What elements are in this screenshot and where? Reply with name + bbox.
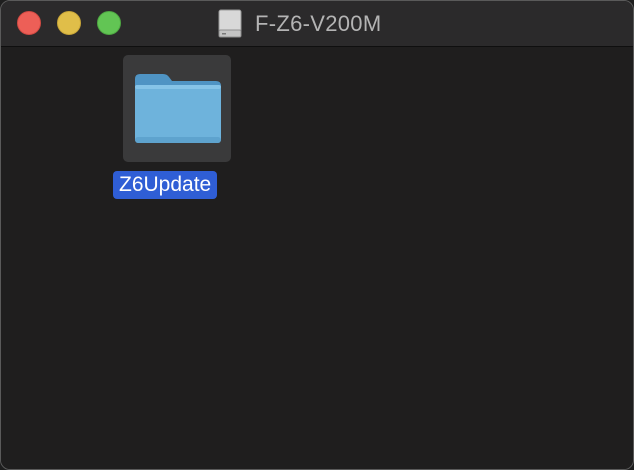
close-button[interactable] <box>17 11 41 35</box>
folder-name-label[interactable]: Z6Update <box>113 171 218 199</box>
window-title: F-Z6-V200M <box>255 11 382 36</box>
external-drive-icon <box>218 9 242 38</box>
folder-item[interactable]: Z6Update <box>111 55 241 205</box>
zoom-button[interactable] <box>97 11 121 35</box>
window-title-group: F-Z6-V200M <box>217 9 381 39</box>
finder-window: F-Z6-V200M Z6Update <box>0 0 634 470</box>
file-area[interactable]: Z6Update <box>1 47 633 469</box>
minimize-button[interactable] <box>57 11 81 35</box>
title-bar[interactable]: F-Z6-V200M <box>1 1 633 47</box>
folder-icon[interactable] <box>133 71 223 145</box>
